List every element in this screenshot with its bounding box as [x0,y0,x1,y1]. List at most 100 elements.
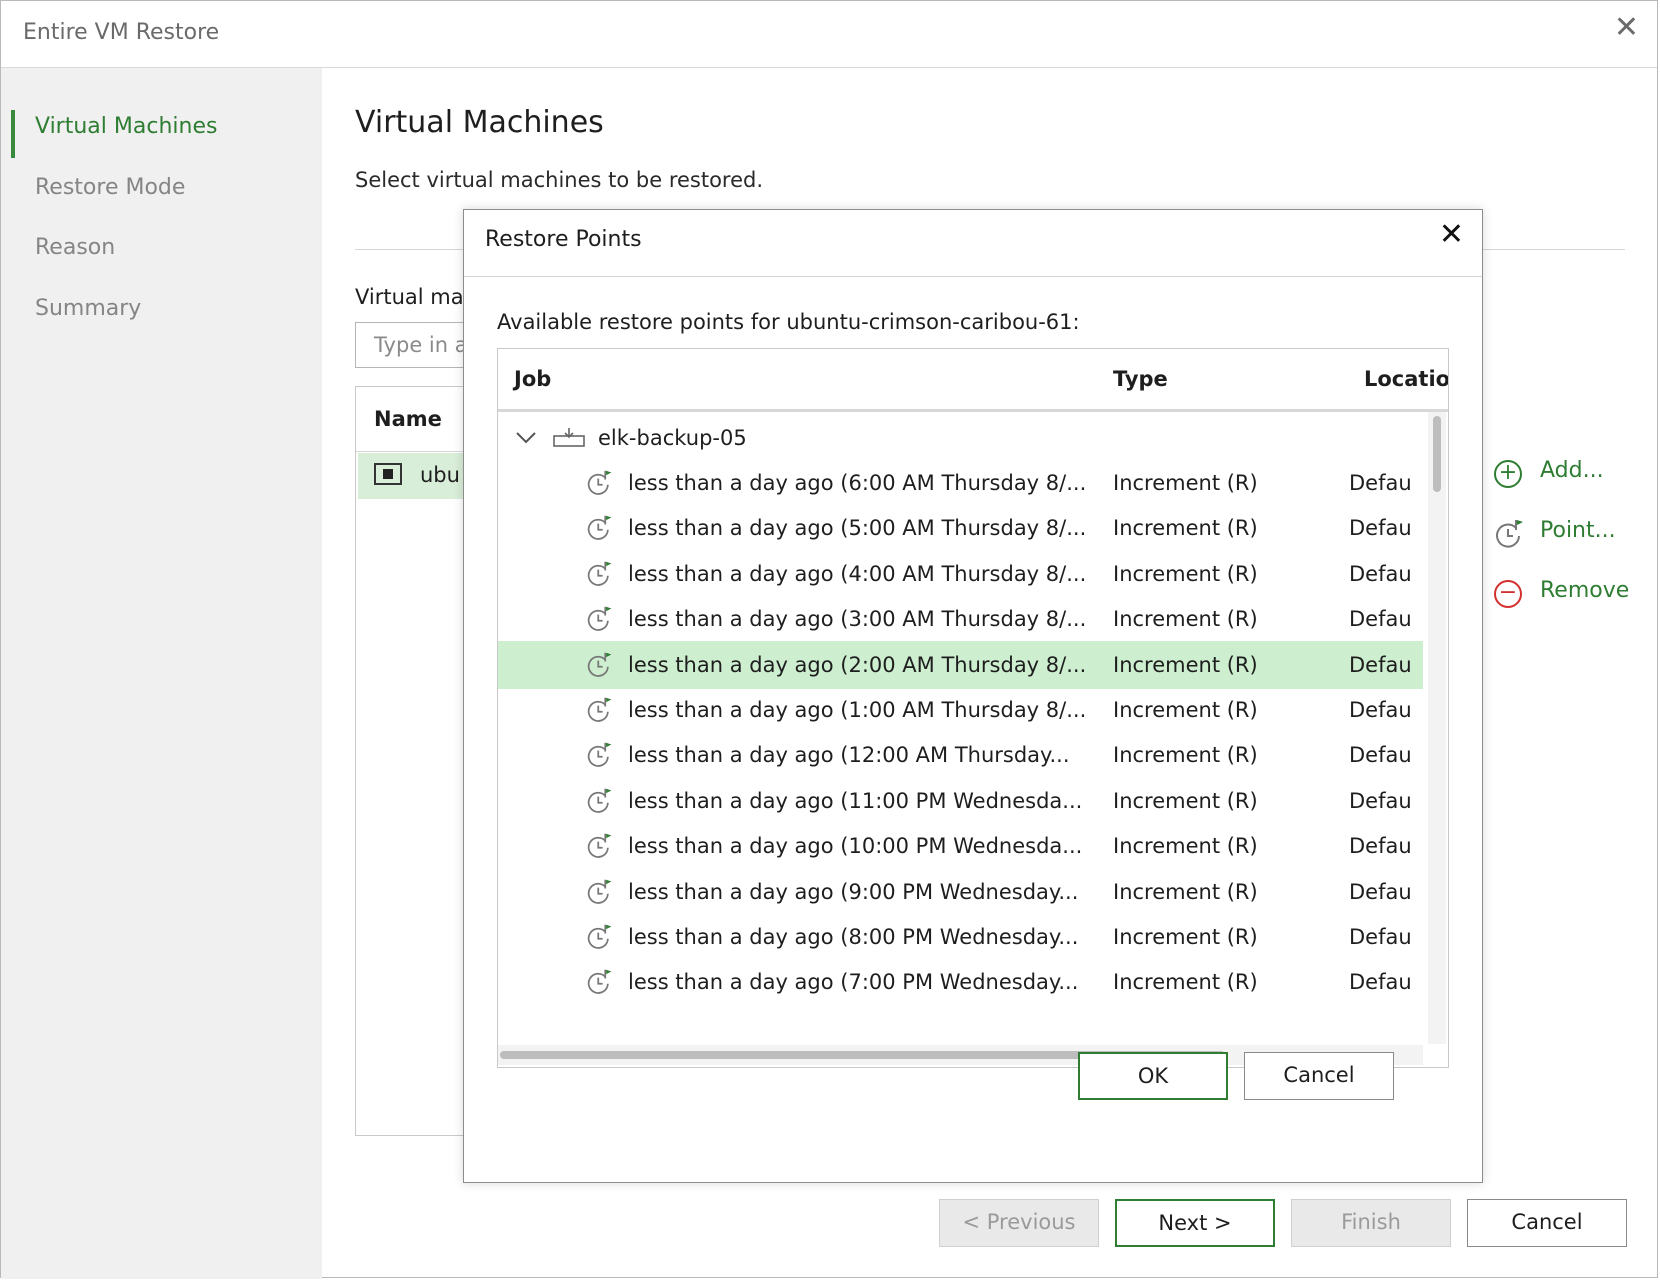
restore-point-job: less than a day ago (12:00 AM Thursday..… [628,743,1070,768]
minus-circle-icon: − [1494,580,1522,608]
window-titlebar: Entire VM Restore ✕ [1,1,1657,68]
restore-point-icon [586,696,614,724]
restore-point-type: Increment (R) [1113,788,1258,813]
restore-point-location: Defau [1349,516,1412,541]
restore-point-job: less than a day ago (5:00 AM Thursday 8/… [628,516,1087,541]
dialog-ok-button[interactable]: OK [1078,1052,1228,1100]
restore-point-location: Defau [1349,652,1412,677]
restore-point-location: Defau [1349,925,1412,949]
restore-point-type: Increment (R) [1113,834,1258,859]
column-location[interactable]: Locatio [1364,367,1448,391]
next-button[interactable]: Next > [1115,1199,1275,1247]
restore-point-icon [586,514,614,542]
dialog-divider [464,276,1482,277]
restore-point-location: Defau [1349,698,1412,722]
cancel-button[interactable]: Cancel [1467,1199,1627,1247]
restore-point-row[interactable]: less than a day ago (12:00 AM Thursday..… [498,731,1423,779]
restore-point-job: less than a day ago (3:00 AM Thursday 8/… [628,607,1087,632]
restore-point-row[interactable]: less than a day ago (11:00 PM Wednesda..… [498,777,1423,825]
job-name: elk-backup-05 [598,426,747,450]
dialog-close-icon[interactable]: ✕ [1439,220,1464,250]
step-summary[interactable]: Summary [35,296,141,321]
restore-point-job: less than a day ago (8:00 PM Wednesday..… [628,925,1079,949]
restore-point-row[interactable]: less than a day ago (10:00 PM Wednesda..… [498,822,1423,870]
restore-point-row[interactable]: less than a day ago (1:00 AM Thursday 8/… [498,686,1423,734]
active-step-indicator [11,110,15,158]
page-title: Virtual Machines [355,105,604,140]
restore-point-location: Defau [1349,471,1412,495]
restore-point-icon [586,741,614,769]
remove-label: Remove [1540,578,1630,603]
chevron-down-icon[interactable] [514,428,538,448]
step-restore-mode[interactable]: Restore Mode [35,175,185,200]
restore-point-row[interactable]: less than a day ago (2:00 AM Thursday 8/… [498,640,1423,689]
finish-button[interactable]: Finish [1291,1199,1451,1247]
restore-point-type: Increment (R) [1113,652,1258,677]
restore-point-job: less than a day ago (10:00 PM Wednesda..… [628,834,1083,859]
grid-header: Job Type Locatio [498,349,1448,412]
restore-point-job: less than a day ago (9:00 PM Wednesday..… [628,879,1079,904]
restore-point-icon [586,832,614,860]
add-label: Add... [1540,458,1604,483]
restore-point-icon [586,605,614,633]
restore-point-job: less than a day ago (4:00 AM Thursday 8/… [628,561,1087,586]
restore-point-icon [586,787,614,815]
restore-point-job: less than a day ago (6:00 AM Thursday 8/… [628,471,1087,495]
restore-point-row[interactable]: less than a day ago (3:00 AM Thursday 8/… [498,595,1423,643]
page-subtitle: Select virtual machines to be restored. [355,168,764,192]
restore-point-type: Increment (R) [1113,516,1258,541]
wizard-steps-sidebar: Virtual Machines Restore Mode Reason Sum… [1,68,322,1279]
dialog-title: Restore Points [485,227,642,252]
available-restore-points-label: Available restore points for ubuntu-crim… [497,310,1080,334]
window-title: Entire VM Restore [23,20,220,45]
vm-icon [374,463,402,485]
entire-vm-restore-window: Entire VM Restore ✕ Virtual Machines Res… [0,0,1658,1279]
job-group-row[interactable]: elk-backup-05 [498,414,1423,462]
restore-points-grid: Job Type Locatio elk-backup-05 less than… [497,348,1449,1068]
step-virtual-machines[interactable]: Virtual Machines [35,114,217,139]
restore-point-location: Defau [1349,879,1412,904]
restore-point-job: less than a day ago (7:00 PM Wednesday..… [628,970,1079,995]
restore-point-row[interactable]: less than a day ago (5:00 AM Thursday 8/… [498,504,1423,552]
restore-point-location: Defau [1349,561,1412,586]
restore-point-job: less than a day ago (11:00 PM Wednesda..… [628,788,1083,813]
plus-circle-icon: + [1494,460,1522,488]
restore-point-type: Increment (R) [1113,879,1258,904]
restore-points-dialog: Restore Points ✕ Available restore point… [463,209,1483,1183]
restore-point-job: less than a day ago (1:00 AM Thursday 8/… [628,698,1087,722]
remove-button[interactable]: − Remove [1494,576,1654,612]
restore-point-row[interactable]: less than a day ago (7:00 PM Wednesday..… [498,958,1423,1006]
restore-point-icon [586,878,614,906]
restore-point-row[interactable]: less than a day ago (9:00 PM Wednesday..… [498,868,1423,916]
previous-button[interactable]: < Previous [939,1199,1099,1247]
vertical-scroll-thumb[interactable] [1433,416,1441,492]
restore-point-type: Increment (R) [1113,743,1258,768]
restore-point-type: Increment (R) [1113,698,1258,722]
restore-point-type: Increment (R) [1113,925,1258,949]
dialog-cancel-button[interactable]: Cancel [1244,1052,1394,1100]
restore-point-icon [1496,520,1523,548]
restore-point-location: Defau [1349,970,1412,995]
restore-point-type: Increment (R) [1113,561,1258,586]
restore-point-icon [586,560,614,588]
column-job[interactable]: Job [514,367,551,391]
restore-point-location: Defau [1349,834,1412,859]
restore-point-icon [586,651,614,679]
step-reason[interactable]: Reason [35,235,115,260]
restore-point-row[interactable]: less than a day ago (6:00 AM Thursday 8/… [498,459,1423,507]
restore-point-icon [586,469,614,497]
window-close-icon[interactable]: ✕ [1614,13,1639,43]
vertical-scrollbar[interactable] [1428,412,1446,1044]
vm-row-name: ubu [420,463,460,487]
restore-point-location: Defau [1349,743,1412,768]
restore-point-location: Defau [1349,788,1412,813]
backup-job-icon [553,428,585,447]
vm-table-name-header[interactable]: Name [374,407,442,431]
column-type[interactable]: Type [1113,367,1168,391]
restore-point-icon [586,968,614,996]
restore-point-row[interactable]: less than a day ago (8:00 PM Wednesday..… [498,913,1423,961]
add-button[interactable]: + Add... [1494,456,1654,492]
point-button[interactable]: Point... [1494,516,1654,552]
restore-point-type: Increment (R) [1113,471,1258,495]
restore-point-row[interactable]: less than a day ago (4:00 AM Thursday 8/… [498,550,1423,598]
